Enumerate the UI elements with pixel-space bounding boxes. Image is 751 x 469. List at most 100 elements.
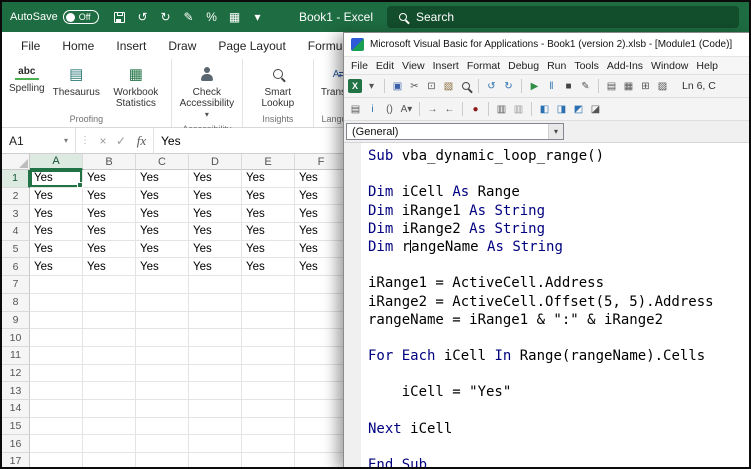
cell-b17[interactable] <box>83 453 136 467</box>
cancel-button[interactable]: × <box>94 134 112 148</box>
cell-c7[interactable] <box>136 276 189 294</box>
column-header-c[interactable]: C <box>136 154 189 170</box>
cell-b12[interactable] <box>83 365 136 383</box>
customize-quick-access-icon[interactable]: ▾ <box>251 10 265 24</box>
ribbon-button-smart-lookup[interactable]: Smart Lookup <box>246 61 310 112</box>
ribbon-button-spelling[interactable]: abcSpelling <box>5 61 49 97</box>
cell-b7[interactable] <box>83 276 136 294</box>
cell-b14[interactable] <box>83 400 136 418</box>
view-excel-icon[interactable]: X <box>348 79 362 93</box>
cell-e12[interactable] <box>242 365 295 383</box>
outdent-icon[interactable]: ← <box>442 101 457 117</box>
cell-c15[interactable] <box>136 418 189 436</box>
menu-edit[interactable]: Edit <box>372 58 398 74</box>
cell-d8[interactable] <box>189 294 242 312</box>
tab-draw[interactable]: Draw <box>157 34 207 58</box>
toggle-bookmark-icon[interactable]: ◧ <box>537 101 552 117</box>
row-header-2[interactable]: 2 <box>2 188 30 206</box>
enter-button[interactable]: ✓ <box>112 134 130 148</box>
row-header-8[interactable]: 8 <box>2 294 30 312</box>
cell-b11[interactable] <box>83 347 136 365</box>
cell-e7[interactable] <box>242 276 295 294</box>
cell-b5[interactable]: Yes <box>83 241 136 259</box>
undo-icon[interactable]: ↺ <box>136 10 150 24</box>
cell-d5[interactable]: Yes <box>189 241 242 259</box>
cell-f5[interactable]: Yes <box>295 241 348 259</box>
cell-d17[interactable] <box>189 453 242 467</box>
cell-a10[interactable] <box>30 329 83 347</box>
cell-b4[interactable]: Yes <box>83 223 136 241</box>
cell-c3[interactable]: Yes <box>136 205 189 223</box>
cell-a1[interactable]: Yes <box>30 170 83 188</box>
cell-b10[interactable] <box>83 329 136 347</box>
cell-c1[interactable]: Yes <box>136 170 189 188</box>
cell-e10[interactable] <box>242 329 295 347</box>
row-header-13[interactable]: 13 <box>2 382 30 400</box>
cell-c13[interactable] <box>136 382 189 400</box>
cell-f3[interactable]: Yes <box>295 205 348 223</box>
cell-a8[interactable] <box>30 294 83 312</box>
cell-f12[interactable] <box>295 365 348 383</box>
object-dropdown[interactable]: (General) ▾ <box>346 123 564 140</box>
project-explorer-icon[interactable]: ▤ <box>604 78 619 94</box>
cell-e14[interactable] <box>242 400 295 418</box>
cell-f1[interactable]: Yes <box>295 170 348 188</box>
cell-a16[interactable] <box>30 435 83 453</box>
find-icon[interactable] <box>458 78 473 94</box>
code-editor[interactable]: Sub vba_dynamic_loop_range() Dim iCell A… <box>344 143 749 467</box>
row-header-15[interactable]: 15 <box>2 418 30 436</box>
toolbox-icon[interactable]: ▨ <box>655 78 670 94</box>
cell-c14[interactable] <box>136 400 189 418</box>
indent-icon[interactable]: → <box>425 101 440 117</box>
next-bookmark-icon[interactable]: ◨ <box>554 101 569 117</box>
cell-f6[interactable]: Yes <box>295 258 348 276</box>
cell-f14[interactable] <box>295 400 348 418</box>
cell-d7[interactable] <box>189 276 242 294</box>
cell-b6[interactable]: Yes <box>83 258 136 276</box>
copy-icon[interactable]: ⊡ <box>424 78 439 94</box>
cell-d15[interactable] <box>189 418 242 436</box>
cell-d14[interactable] <box>189 400 242 418</box>
insert-object-dropdown-icon[interactable]: ▾ <box>364 78 379 94</box>
cell-a17[interactable] <box>30 453 83 467</box>
cell-c8[interactable] <box>136 294 189 312</box>
properties-window-icon[interactable]: ▦ <box>621 78 636 94</box>
menu-help[interactable]: Help <box>692 58 722 74</box>
break-icon[interactable]: ‖ <box>544 78 559 94</box>
cell-b3[interactable]: Yes <box>83 205 136 223</box>
cell-e1[interactable]: Yes <box>242 170 295 188</box>
cell-c4[interactable]: Yes <box>136 223 189 241</box>
redo-icon[interactable]: ↻ <box>159 10 173 24</box>
row-header-17[interactable]: 17 <box>2 453 30 467</box>
ribbon-button-thesaurus[interactable]: ▤Thesaurus <box>49 61 104 101</box>
cell-d10[interactable] <box>189 329 242 347</box>
cell-c12[interactable] <box>136 365 189 383</box>
cell-c11[interactable] <box>136 347 189 365</box>
save-icon[interactable] <box>113 10 127 24</box>
row-header-14[interactable]: 14 <box>2 400 30 418</box>
cell-e3[interactable]: Yes <box>242 205 295 223</box>
cell-a11[interactable] <box>30 347 83 365</box>
cell-a15[interactable] <box>30 418 83 436</box>
row-header-16[interactable]: 16 <box>2 435 30 453</box>
column-header-e[interactable]: E <box>242 154 295 170</box>
reset-icon[interactable]: ■ <box>561 78 576 94</box>
cell-d6[interactable]: Yes <box>189 258 242 276</box>
row-header-12[interactable]: 12 <box>2 365 30 383</box>
table-icon[interactable]: ▦ <box>228 10 242 24</box>
cell-f2[interactable]: Yes <box>295 188 348 206</box>
cell-e11[interactable] <box>242 347 295 365</box>
ribbon-button-check-accessibility[interactable]: Check Accessibility ▾ <box>175 61 239 123</box>
formula-bar-resizer[interactable]: ⋮ <box>76 135 94 146</box>
cut-icon[interactable]: ✂ <box>407 78 422 94</box>
menu-format[interactable]: Format <box>463 58 504 74</box>
row-header-1[interactable]: 1 <box>2 170 30 188</box>
paste-icon[interactable]: ▧ <box>441 78 456 94</box>
cell-e13[interactable] <box>242 382 295 400</box>
cell-f10[interactable] <box>295 329 348 347</box>
cell-f13[interactable] <box>295 382 348 400</box>
redo-icon[interactable]: ↻ <box>501 78 516 94</box>
cell-a4[interactable]: Yes <box>30 223 83 241</box>
cell-a3[interactable]: Yes <box>30 205 83 223</box>
row-header-5[interactable]: 5 <box>2 241 30 259</box>
